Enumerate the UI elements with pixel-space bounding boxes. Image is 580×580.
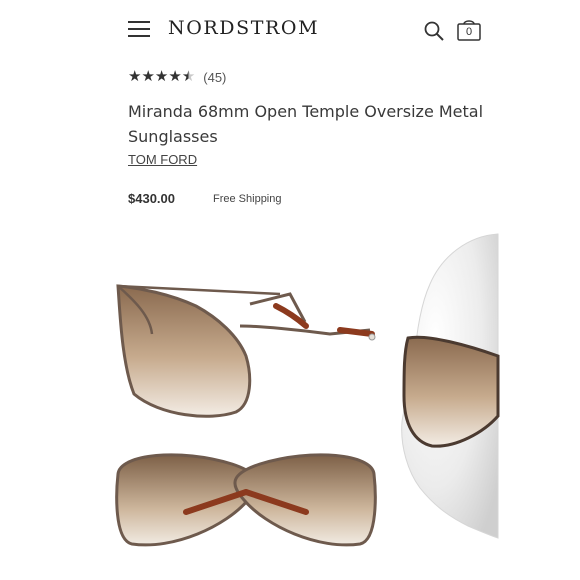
product-image[interactable] [0, 226, 580, 580]
star-icon: ★ [128, 68, 142, 85]
product-rating[interactable]: ★ ★ ★ ★ ★ (45) [128, 68, 226, 86]
rating-stars: ★ ★ ★ ★ ★ [128, 68, 195, 86]
search-icon[interactable] [423, 20, 445, 42]
sunglasses-side-view [116, 284, 376, 418]
star-icon: ★ [154, 68, 169, 85]
shopping-bag-icon[interactable]: 0 [456, 18, 482, 42]
sunglasses-front-view [115, 453, 377, 547]
star-icon: ★ [168, 68, 182, 85]
shipping-note: Free Shipping [213, 193, 282, 205]
product-price: $430.00 [128, 191, 175, 206]
header: NORDSTROM 0 [0, 0, 580, 62]
product-title: Miranda 68mm Open Temple Oversize Metal … [128, 102, 484, 146]
star-icon: ★ [141, 68, 155, 85]
nordstrom-logo[interactable]: NORDSTROM [168, 17, 319, 39]
mannequin-model [401, 233, 500, 539]
bag-count: 0 [465, 26, 473, 38]
review-count[interactable]: (45) [203, 70, 226, 85]
half-star-icon: ★ [181, 68, 196, 85]
brand-link[interactable]: TOM FORD [128, 152, 197, 167]
hamburger-menu-icon[interactable] [128, 21, 150, 37]
